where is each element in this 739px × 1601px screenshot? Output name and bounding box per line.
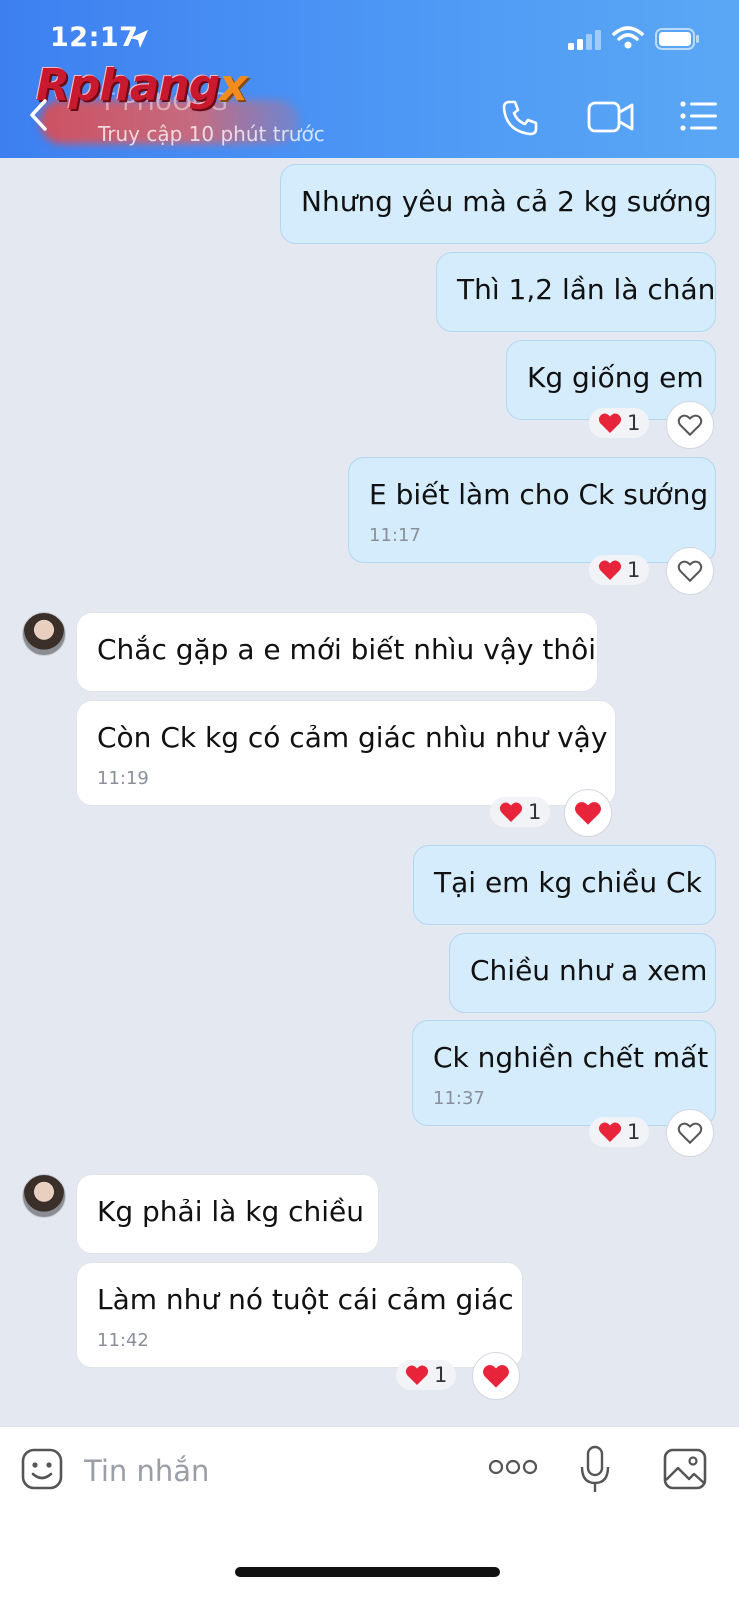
contact-avatar[interactable] <box>22 612 66 656</box>
message-text: Thì 1,2 lần là chán <box>457 273 716 306</box>
message-bubble-sent[interactable]: Ck nghiền chết mất 11:37 <box>412 1020 716 1126</box>
react-button[interactable] <box>666 547 714 595</box>
react-button-active[interactable] <box>472 1352 520 1400</box>
message-time: 11:42 <box>97 1330 149 1351</box>
reaction-count: 1 <box>434 1363 448 1387</box>
cellular-signal-icon <box>568 30 601 50</box>
message-time: 11:17 <box>369 525 421 546</box>
message-time: 11:19 <box>97 768 149 789</box>
mic-icon[interactable] <box>578 1445 612 1495</box>
react-button-active[interactable] <box>564 789 612 837</box>
watermark-logo-text: Rphang <box>36 60 220 111</box>
wifi-icon <box>612 26 644 49</box>
react-button[interactable] <box>666 1109 714 1157</box>
image-icon[interactable] <box>662 1447 708 1491</box>
home-indicator[interactable] <box>235 1567 500 1577</box>
heart-outline-icon <box>677 1122 703 1145</box>
watermark-logo: Rphangx <box>36 60 248 111</box>
heart-outline-icon <box>677 560 703 583</box>
reaction-count: 1 <box>627 411 641 435</box>
reaction-count: 1 <box>627 1120 641 1144</box>
menu-icon[interactable] <box>680 100 718 132</box>
heart-icon <box>483 1364 509 1388</box>
contact-avatar[interactable] <box>22 1174 66 1218</box>
more-icon[interactable] <box>488 1459 538 1475</box>
message-text: Ck nghiền chết mất <box>433 1041 709 1074</box>
react-button[interactable] <box>666 401 714 449</box>
reaction-count: 1 <box>627 558 641 582</box>
back-icon[interactable] <box>28 98 50 132</box>
message-text: Chiều như a xem <box>470 954 708 987</box>
sticker-icon[interactable] <box>20 1447 64 1491</box>
reaction-summary[interactable]: 1 <box>589 555 650 585</box>
message-bubble-received[interactable]: Kg phải là kg chiều <box>76 1174 379 1254</box>
message-bubble-received[interactable]: Làm như nó tuột cái cảm giác 11:42 <box>76 1262 523 1368</box>
message-text: Còn Ck kg có cảm giác nhìu như vậy <box>97 721 608 754</box>
reaction-summary[interactable]: 1 <box>589 1117 650 1147</box>
location-arrow-icon <box>130 30 148 48</box>
heart-icon <box>598 1122 622 1142</box>
reaction-summary[interactable]: 1 <box>589 408 650 438</box>
video-call-icon[interactable] <box>587 100 635 134</box>
message-bubble-sent[interactable]: Chiều như a xem <box>449 933 716 1013</box>
heart-outline-icon <box>677 414 703 437</box>
battery-icon <box>655 28 699 50</box>
heart-icon <box>405 1365 429 1385</box>
status-time: 12:17 <box>50 22 139 53</box>
reaction-count: 1 <box>528 800 542 824</box>
message-bubble-sent[interactable]: Nhưng yêu mà cả 2 kg sướng <box>280 164 716 244</box>
message-bubble-sent[interactable]: Thì 1,2 lần là chán <box>436 252 716 332</box>
chat-header: 12:17 T PHUONG Truy cập 10 phút trước Rp… <box>0 0 739 158</box>
message-bubble-sent[interactable]: E biết làm cho Ck sướng 11:17 <box>348 457 716 563</box>
message-text: Nhưng yêu mà cả 2 kg sướng <box>301 185 712 218</box>
last-seen-status: Truy cập 10 phút trước <box>98 122 325 146</box>
message-text: E biết làm cho Ck sướng <box>369 478 709 511</box>
call-icon[interactable] <box>500 98 540 138</box>
heart-icon <box>598 413 622 433</box>
message-bubble-sent[interactable]: Tại em kg chiều Ck <box>413 845 716 925</box>
message-bubble-received[interactable]: Chắc gặp a e mới biết nhìu vậy thôi <box>76 612 598 692</box>
reaction-summary[interactable]: 1 <box>396 1360 457 1390</box>
watermark-logo-x: x <box>219 60 247 111</box>
message-text: Tại em kg chiều Ck <box>434 866 702 899</box>
message-bubble-received[interactable]: Còn Ck kg có cảm giác nhìu như vậy 11:19 <box>76 700 616 806</box>
heart-icon <box>575 801 601 825</box>
message-input[interactable] <box>82 1443 466 1499</box>
message-text: Làm như nó tuột cái cảm giác <box>97 1283 514 1316</box>
heart-icon <box>598 560 622 580</box>
message-text: Kg giống em <box>527 361 704 394</box>
reaction-summary[interactable]: 1 <box>490 797 551 827</box>
heart-icon <box>499 802 523 822</box>
message-text: Kg phải là kg chiều <box>97 1195 365 1228</box>
message-text: Chắc gặp a e mới biết nhìu vậy thôi <box>97 633 597 666</box>
message-time: 11:37 <box>433 1088 485 1109</box>
